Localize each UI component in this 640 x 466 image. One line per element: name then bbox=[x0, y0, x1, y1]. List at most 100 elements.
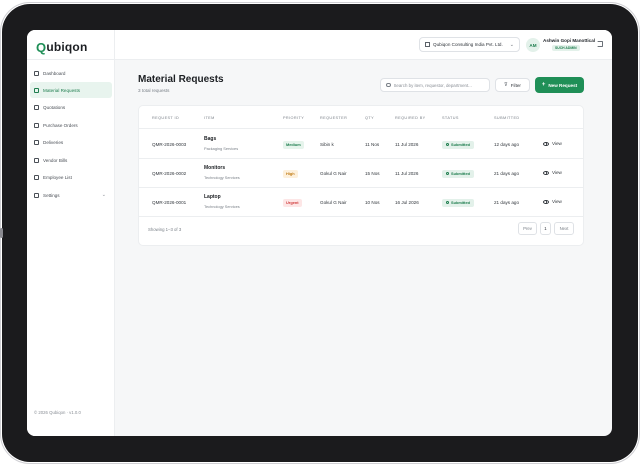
sidebar-item-label: Material Requests bbox=[43, 87, 81, 93]
column-header: PRIORITY bbox=[283, 116, 305, 120]
item-category: Technology Services bbox=[204, 204, 240, 209]
request-id: QMR-2026-0002 bbox=[152, 171, 187, 176]
submitted-time: 12 days ago bbox=[494, 142, 520, 147]
sidebar-item-settings[interactable]: Settings ⌄ bbox=[30, 187, 112, 203]
building-icon bbox=[425, 42, 430, 47]
sidebar-item-label: Employee List bbox=[43, 175, 72, 181]
quantity: 11 Nos bbox=[365, 142, 380, 147]
table-row[interactable]: QMR-2026-0002 Monitors Technology Servic… bbox=[139, 159, 583, 188]
view-button[interactable]: View bbox=[543, 170, 562, 175]
page-subtitle: 3 total requests bbox=[138, 88, 170, 93]
quantity: 10 Nos bbox=[365, 200, 380, 205]
sidebar-divider bbox=[27, 59, 115, 60]
document-icon bbox=[34, 87, 39, 93]
item-name: Monitors bbox=[204, 165, 226, 171]
column-header: SUBMITTED bbox=[494, 116, 520, 120]
sidebar-item-employee-list[interactable]: Employee List bbox=[30, 170, 112, 186]
sidebar-item-label: Purchase Orders bbox=[43, 122, 78, 128]
sidebar-item-label: Deliveries bbox=[43, 140, 64, 146]
app-screen: Qubiqon Dashboard Material Requests Quot… bbox=[27, 30, 612, 436]
sidebar-item-label: Dashboard bbox=[43, 70, 66, 76]
requester: Sibin k bbox=[320, 142, 334, 147]
search-input[interactable] bbox=[393, 82, 489, 88]
submitted-time: 21 days ago bbox=[494, 171, 520, 176]
filter-label: Filter bbox=[510, 82, 521, 88]
users-icon bbox=[34, 175, 39, 181]
eye-icon bbox=[543, 170, 549, 175]
logo-q: Q bbox=[36, 39, 47, 55]
status-label: Submitted bbox=[451, 171, 471, 176]
sidebar-item-deliveries[interactable]: Deliveries bbox=[30, 135, 112, 151]
sidebar-item-label: Quotations bbox=[43, 105, 66, 111]
next-page-button[interactable]: Next bbox=[554, 222, 574, 235]
filter-icon: ⊽ bbox=[504, 82, 508, 88]
sidebar-item-purchase-orders[interactable]: Purchase Orders bbox=[30, 117, 112, 133]
column-header: QTY bbox=[365, 116, 375, 120]
new-request-button[interactable]: + New Request bbox=[535, 77, 584, 93]
sidebar-nav: Dashboard Material Requests Quotations P… bbox=[30, 65, 112, 205]
eye-icon bbox=[543, 199, 549, 204]
copyright-text: © 2026 Qubiqon · v1.0.0 bbox=[34, 410, 81, 415]
priority-badge: Urgent bbox=[283, 199, 302, 207]
sidebar-item-dashboard[interactable]: Dashboard bbox=[30, 65, 112, 81]
showing-count: Showing 1–3 of 3 bbox=[148, 227, 182, 232]
requests-table: REQUEST ID ITEM PRIORITY REQUESTER QTY R… bbox=[138, 105, 584, 246]
chevron-down-icon: ⌄ bbox=[509, 41, 514, 48]
required-by: 16 Jul 2026 bbox=[395, 200, 419, 205]
view-label: View bbox=[552, 141, 562, 146]
view-label: View bbox=[552, 170, 562, 175]
sidebar-item-quotations[interactable]: Quotations bbox=[30, 100, 112, 116]
item-category: Technology Services bbox=[204, 175, 240, 180]
status-label: Submitted bbox=[451, 200, 471, 205]
logout-icon[interactable] bbox=[597, 41, 603, 47]
request-id: QMR-2026-0001 bbox=[152, 200, 187, 205]
chevron-down-icon: ⌄ bbox=[101, 192, 106, 199]
item-name: Laptop bbox=[204, 194, 221, 200]
status-label: Submitted bbox=[451, 142, 471, 147]
avatar[interactable]: AM bbox=[526, 38, 540, 52]
check-circle-icon bbox=[446, 172, 449, 175]
bill-icon bbox=[34, 157, 39, 163]
user-name: Ashwin Gopi Manottical bbox=[543, 38, 596, 43]
search-box[interactable] bbox=[380, 78, 490, 92]
company-select[interactable]: Qubiqon Consulting India Pvt. Ltd. ⌄ bbox=[419, 37, 520, 52]
sidebar: Qubiqon Dashboard Material Requests Quot… bbox=[27, 30, 115, 436]
search-icon bbox=[386, 82, 391, 88]
gear-icon bbox=[34, 192, 39, 198]
company-name: Qubiqon Consulting India Pvt. Ltd. bbox=[433, 42, 503, 47]
column-header: REQUIRED BY bbox=[395, 116, 426, 120]
quantity: 15 Nos bbox=[365, 171, 380, 176]
sidebar-item-vendor-bills[interactable]: Vendor Bills bbox=[30, 152, 112, 168]
priority-badge: High bbox=[283, 170, 298, 178]
view-button[interactable]: View bbox=[543, 199, 562, 204]
page-number-button[interactable]: 1 bbox=[540, 222, 551, 235]
requester: Gokul G Nair bbox=[320, 171, 347, 176]
view-button[interactable]: View bbox=[543, 141, 562, 146]
sidebar-item-label: Settings bbox=[43, 192, 60, 198]
status-badge: Submitted bbox=[442, 199, 475, 207]
item-category: Packaging Services bbox=[204, 146, 239, 151]
cart-icon bbox=[34, 122, 39, 128]
dashboard-icon bbox=[34, 70, 39, 76]
table-row[interactable]: QMR-2026-0003 Bags Packaging Services Me… bbox=[139, 130, 583, 159]
table-row[interactable]: QMR-2026-0001 Laptop Technology Services… bbox=[139, 188, 583, 217]
quote-icon bbox=[34, 105, 39, 111]
brand-logo[interactable]: Qubiqon bbox=[36, 39, 88, 55]
sidebar-item-material-requests[interactable]: Material Requests bbox=[30, 82, 112, 99]
logo-text: ubiqon bbox=[46, 40, 88, 54]
check-circle-icon bbox=[446, 201, 449, 204]
tablet-side-button bbox=[0, 228, 3, 238]
column-header: ITEM bbox=[204, 116, 215, 120]
required-by: 11 Jul 2026 bbox=[395, 171, 419, 176]
table-header: REQUEST ID ITEM PRIORITY REQUESTER QTY R… bbox=[139, 106, 583, 129]
requester: Gokul G Nair bbox=[320, 200, 347, 205]
status-badge: Submitted bbox=[442, 170, 475, 178]
prev-page-button[interactable]: Prev bbox=[518, 222, 537, 235]
view-label: View bbox=[552, 199, 562, 204]
new-request-label: New Request bbox=[548, 82, 578, 88]
filter-button[interactable]: ⊽ Filter bbox=[495, 78, 530, 92]
status-badge: Submitted bbox=[442, 141, 475, 149]
request-id: QMR-2026-0003 bbox=[152, 142, 187, 147]
column-header: REQUEST ID bbox=[152, 116, 180, 120]
check-circle-icon bbox=[446, 143, 449, 146]
